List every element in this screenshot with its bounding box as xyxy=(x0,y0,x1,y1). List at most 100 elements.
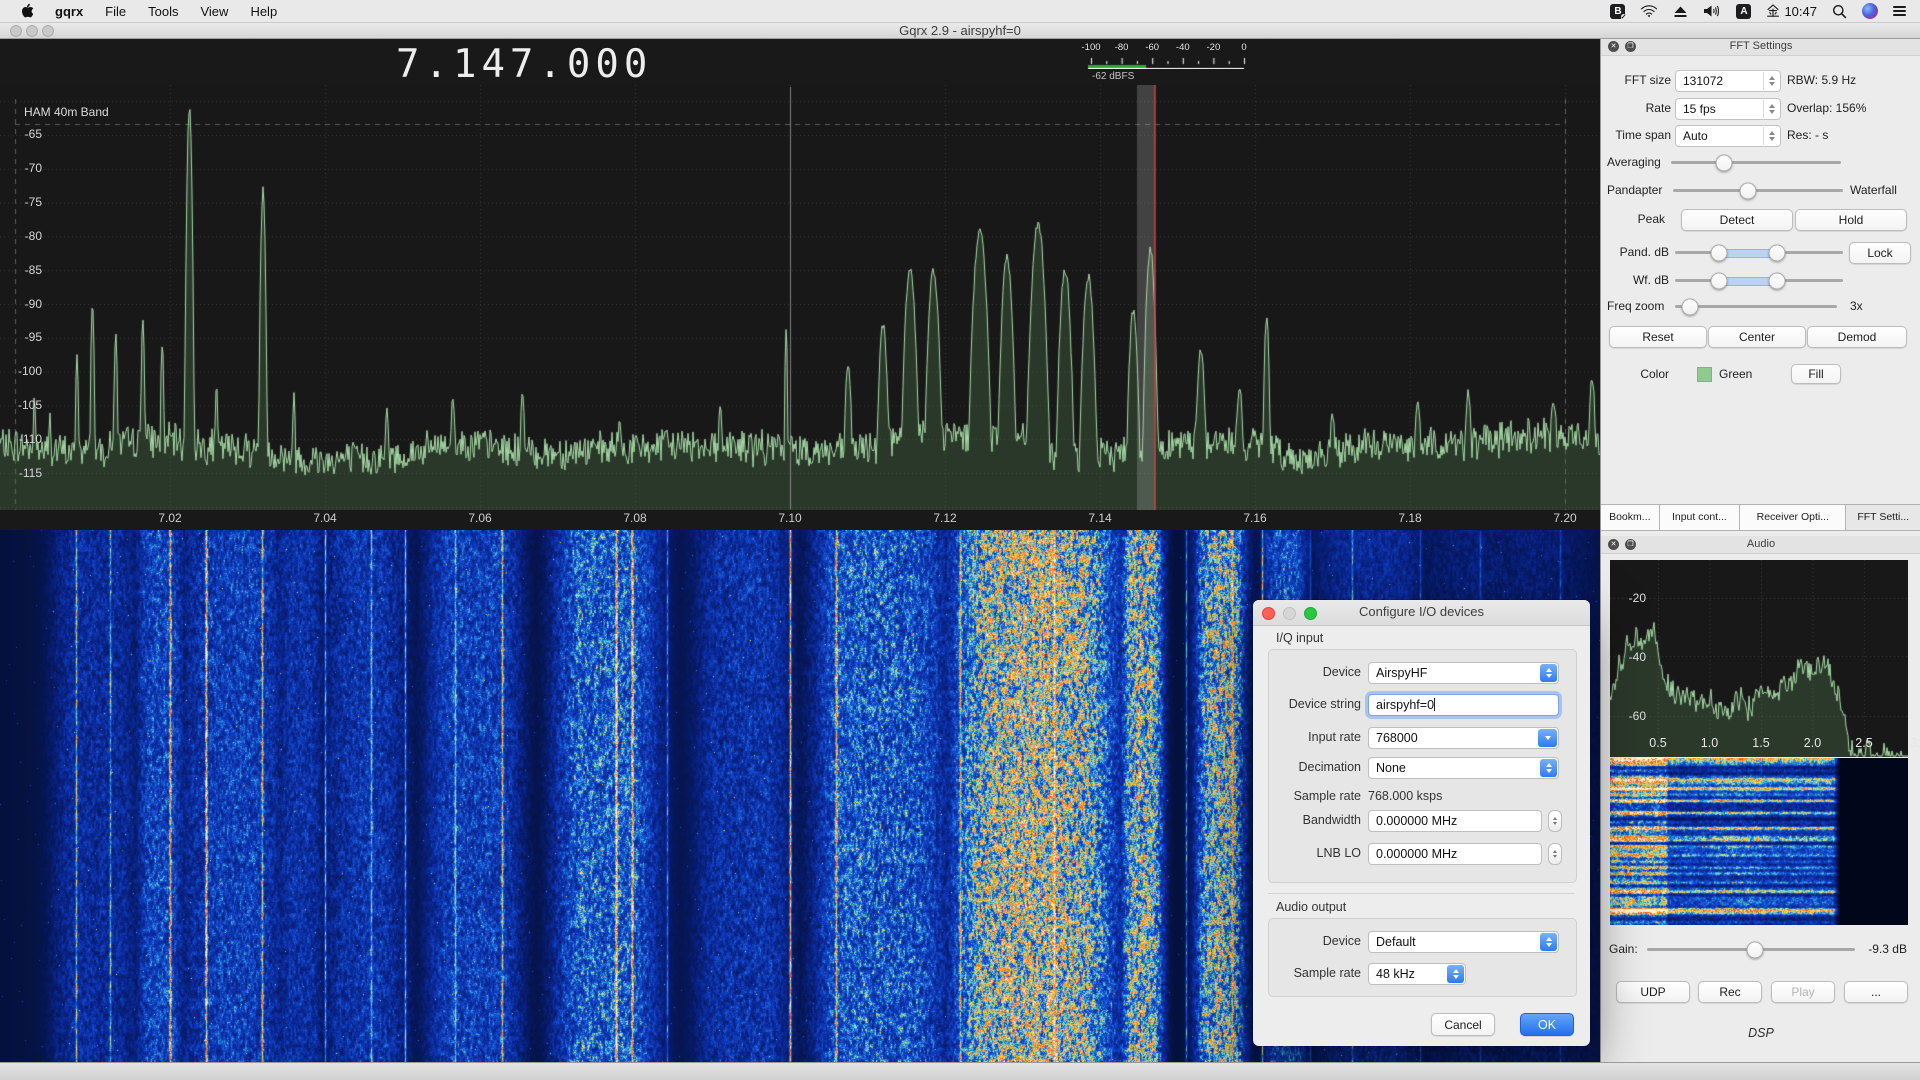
decimation-combo[interactable]: None xyxy=(1368,757,1559,779)
averaging-slider[interactable] xyxy=(1671,161,1841,164)
configure-io-dialog: Configure I/O devices I/Q input Device A… xyxy=(1253,600,1590,1046)
menu-clock[interactable]: 10:47 xyxy=(1766,4,1817,19)
color-swatch xyxy=(1697,367,1712,382)
stepper-icon[interactable] xyxy=(1447,965,1464,983)
slider-thumb[interactable] xyxy=(1739,182,1756,199)
dropdown-arrow-icon[interactable] xyxy=(1538,729,1557,747)
audio-rate-row: Sample rate 48 kHz xyxy=(1253,963,1590,985)
slider-thumb[interactable] xyxy=(1681,298,1698,315)
stepper-icon[interactable] xyxy=(1763,72,1779,90)
fft-size-spinbox[interactable]: 131072 xyxy=(1675,70,1781,92)
freq-zoom-slider[interactable] xyxy=(1675,305,1837,308)
sample-rate-value: 768.000 ksps xyxy=(1368,789,1442,803)
audio-waterfall xyxy=(1610,758,1908,925)
fft-settings-header: ✕ ❐ FFT Settings xyxy=(1601,38,1920,56)
slider-thumb[interactable] xyxy=(1715,154,1732,171)
window-title: Gqrx 2.9 - airspyhf=0 xyxy=(0,23,1920,38)
tab-inputcont[interactable]: Input cont... xyxy=(1660,505,1741,530)
tab-bookm[interactable]: Bookm... xyxy=(1601,505,1660,530)
slider-thumb[interactable] xyxy=(1710,272,1727,289)
slider-thumb[interactable] xyxy=(1710,244,1727,261)
rate-spinbox[interactable]: 15 fps xyxy=(1675,98,1781,120)
reset-button[interactable]: Reset xyxy=(1609,326,1707,348)
audio-rate-combo[interactable]: 48 kHz xyxy=(1368,963,1466,985)
menu-item-tools[interactable]: Tools xyxy=(137,4,189,19)
rate-label: Rate xyxy=(1601,101,1671,115)
stepper-icon[interactable] xyxy=(1763,127,1779,145)
text-caret xyxy=(1434,698,1435,711)
tab-fftsetti[interactable]: FFT Setti... xyxy=(1846,505,1920,530)
menu-item-help[interactable]: Help xyxy=(239,4,288,19)
notification-center-icon[interactable] xyxy=(1893,2,1906,20)
eject-icon[interactable] xyxy=(1673,2,1688,20)
input-source-icon[interactable]: A xyxy=(1736,2,1751,20)
menu-item-view[interactable]: View xyxy=(189,4,239,19)
averaging-row: Averaging xyxy=(1601,152,1920,174)
pand-db-row: Pand. dB Lock xyxy=(1601,242,1920,264)
audio-panel-header: ✕ ❐ Audio xyxy=(1601,536,1920,554)
-button[interactable]: ... xyxy=(1844,981,1908,1003)
peak-hold-button[interactable]: Hold xyxy=(1795,209,1907,231)
meter-scale-label: -100 xyxy=(1081,42,1100,53)
freq-zoom-label: Freq zoom xyxy=(1607,299,1669,313)
input-rate-combo[interactable]: 768000 xyxy=(1368,727,1559,749)
time-span-spinbox[interactable]: Auto xyxy=(1675,125,1781,147)
apple-menu-icon[interactable] xyxy=(14,3,44,19)
frequency-display[interactable]: 7.147.000 xyxy=(396,42,696,88)
udp-button[interactable]: UDP xyxy=(1616,981,1690,1003)
meter-scale-label: -80 xyxy=(1115,42,1129,53)
siri-icon[interactable] xyxy=(1862,2,1878,20)
iq-input-group-label: I/Q input xyxy=(1276,631,1323,645)
cancel-button[interactable]: Cancel xyxy=(1431,1013,1495,1036)
gain-slider[interactable] xyxy=(1647,948,1855,951)
overlap-info: Overlap: 156% xyxy=(1787,101,1866,115)
color-label: Color xyxy=(1601,367,1669,381)
pand-db-range-slider[interactable] xyxy=(1675,251,1843,254)
sample-rate-label: Sample rate xyxy=(1253,789,1361,803)
stepper-icon[interactable] xyxy=(1540,759,1557,777)
audio-rate-label: Sample rate xyxy=(1253,966,1361,980)
center-button[interactable]: Center xyxy=(1708,326,1806,348)
fft-size-row: FFT size 131072 RBW: 5.9 Hz xyxy=(1601,70,1920,92)
bootcamp-icon[interactable]: B✓ xyxy=(1610,2,1625,20)
slider-thumb[interactable] xyxy=(1769,244,1786,261)
stepper-icon[interactable] xyxy=(1763,100,1779,118)
bandwidth-field[interactable]: 0.000000 MHz xyxy=(1368,810,1542,832)
spotlight-search-icon[interactable] xyxy=(1832,2,1847,20)
pandapter-waterfall-slider[interactable] xyxy=(1673,189,1843,192)
freq-zoom-row: Freq zoom 3x xyxy=(1601,296,1920,318)
slider-thumb[interactable] xyxy=(1747,941,1764,958)
audio-panel-title: Audio xyxy=(1601,538,1920,550)
demod-button[interactable]: Demod xyxy=(1807,326,1907,348)
slider-thumb[interactable] xyxy=(1769,272,1786,289)
wifi-icon[interactable] xyxy=(1640,2,1658,20)
audio-buttons-row: UDPRecPlay... xyxy=(1601,981,1920,1003)
lnb-lo-field[interactable]: 0.000000 MHz xyxy=(1368,843,1542,865)
pandapter-spectrum[interactable] xyxy=(0,85,1600,510)
device-combo[interactable]: AirspyHF xyxy=(1368,662,1559,684)
clock-time: 10:47 xyxy=(1784,4,1817,19)
volume-icon[interactable] xyxy=(1703,2,1721,20)
menu-item-file[interactable]: File xyxy=(94,4,137,19)
dock-tab-bar: Bookm...Input cont...Receiver Opti...FFT… xyxy=(1601,504,1920,531)
stepper-icon[interactable] xyxy=(1540,933,1557,951)
pand-db-lock-button[interactable]: Lock xyxy=(1849,242,1911,264)
stepper-icon[interactable] xyxy=(1548,843,1562,865)
pandapter-split-row: Pandapter Waterfall xyxy=(1601,180,1920,202)
wf-db-range-slider[interactable] xyxy=(1675,279,1843,282)
peak-detect-button[interactable]: Detect xyxy=(1681,209,1793,231)
fill-button[interactable]: Fill xyxy=(1791,364,1841,384)
tab-receiveropti[interactable]: Receiver Opti... xyxy=(1740,505,1846,530)
menu-app-name[interactable]: gqrx xyxy=(44,4,94,19)
macos-menu-bar: gqrx FileToolsViewHelp B✓ xyxy=(0,0,1920,23)
stepper-icon[interactable] xyxy=(1548,810,1562,832)
rec-button[interactable]: Rec xyxy=(1698,981,1762,1003)
audio-device-combo[interactable]: Default xyxy=(1368,931,1559,953)
color-value[interactable]: Green xyxy=(1719,367,1752,381)
window-title-bar[interactable]: Gqrx 2.9 - airspyhf=0 xyxy=(0,22,1920,39)
waterfall-label: Waterfall xyxy=(1850,183,1897,197)
device-string-input[interactable]: airspyhf=0 xyxy=(1368,694,1559,716)
stepper-icon[interactable] xyxy=(1540,664,1557,682)
ok-button[interactable]: OK xyxy=(1520,1013,1574,1036)
dialog-title-bar[interactable]: Configure I/O devices xyxy=(1253,600,1590,626)
